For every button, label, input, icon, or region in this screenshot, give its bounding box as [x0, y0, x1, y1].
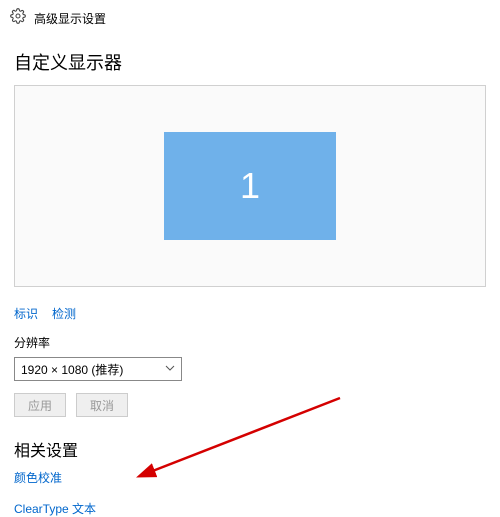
action-buttons: 应用 取消	[0, 389, 500, 421]
cleartype-link[interactable]: ClearType 文本	[14, 500, 486, 517]
monitor-links: 标识 检测	[0, 295, 500, 328]
monitor-number: 1	[240, 165, 260, 207]
related-settings-title: 相关设置	[0, 421, 500, 469]
apply-button[interactable]: 应用	[14, 393, 66, 417]
gear-icon	[10, 8, 26, 29]
identify-link[interactable]: 标识	[14, 305, 38, 322]
monitor-preview-area: 1	[14, 85, 486, 287]
resolution-label: 分辨率	[0, 328, 500, 355]
cancel-button[interactable]: 取消	[76, 393, 128, 417]
color-calibration-link[interactable]: 颜色校准	[14, 469, 486, 486]
window-title: 高级显示设置	[34, 10, 106, 27]
chevron-down-icon	[165, 362, 175, 376]
window-header: 高级显示设置	[0, 0, 500, 37]
page-title: 自定义显示器	[0, 37, 500, 81]
detect-link[interactable]: 检测	[52, 305, 76, 322]
resolution-select[interactable]: 1920 × 1080 (推荐)	[14, 357, 182, 381]
monitor-tile-1[interactable]: 1	[164, 132, 336, 240]
resolution-value: 1920 × 1080 (推荐)	[21, 361, 123, 378]
related-settings-list: 颜色校准 ClearType 文本 文本和其他项目大小调整的高级选项 显示适配器…	[0, 469, 500, 517]
